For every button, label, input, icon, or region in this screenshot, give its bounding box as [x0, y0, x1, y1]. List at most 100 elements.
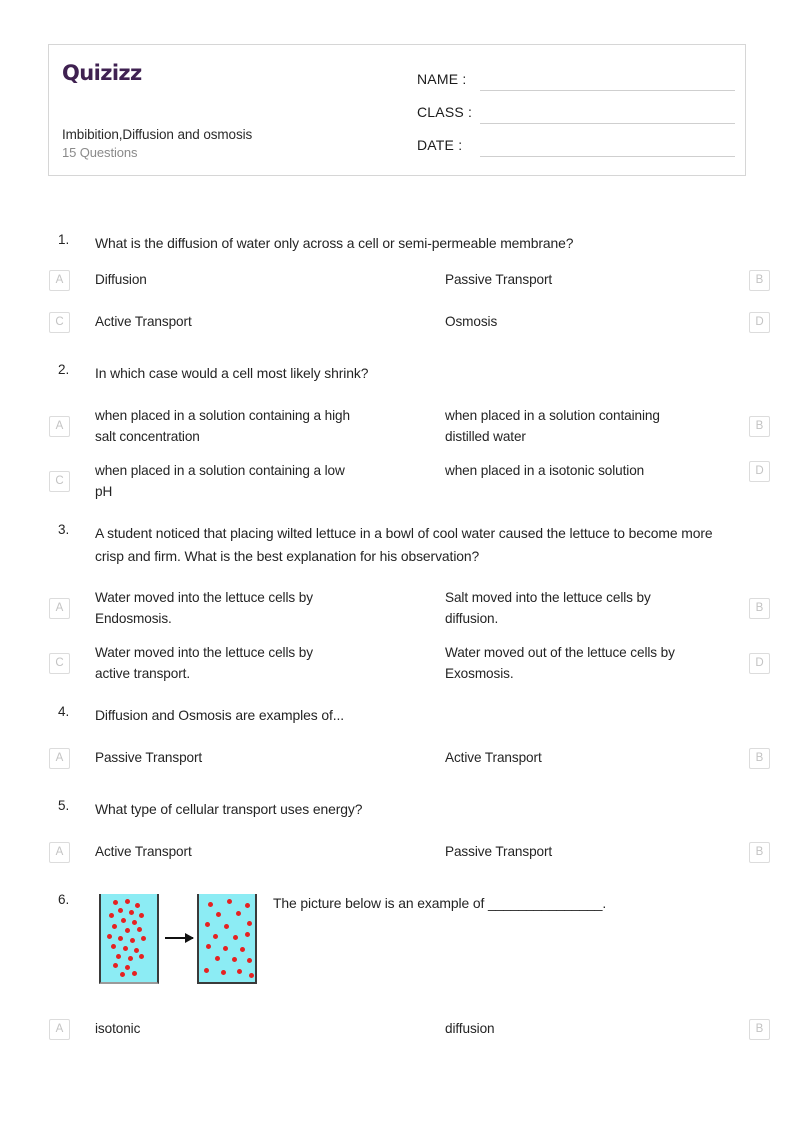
worksheet-page: Quizizz Imbibition,Diffusion and osmosis… [0, 0, 794, 1123]
class-field-input[interactable] [480, 123, 735, 124]
date-field-label: DATE : [417, 137, 463, 153]
option-text: diffusion [445, 1021, 495, 1036]
option-text: when placed in a isotonic solution [445, 463, 645, 478]
worksheet-header: Quizizz Imbibition,Diffusion and osmosis… [48, 44, 746, 176]
option-letter-box: B [749, 748, 770, 769]
option-letter-box: B [749, 842, 770, 863]
arrow-right-icon [165, 933, 194, 943]
question-header: 4. Diffusion and Osmosis are examples of… [0, 704, 794, 730]
option-text: when placed in a solution containing a l… [95, 463, 345, 499]
option-a[interactable]: A isotonic [0, 1017, 350, 1051]
option-text: when placed in a solution containing a h… [95, 408, 350, 444]
option-d[interactable]: D Osmosis [350, 310, 770, 344]
class-field-label: CLASS : [417, 104, 473, 120]
option-text: Active Transport [95, 314, 192, 329]
option-letter-box: D [749, 312, 770, 333]
option-text: Passive Transport [95, 750, 203, 765]
option-letter-box: A [49, 270, 70, 291]
option-letter-box: A [49, 416, 70, 437]
option-letter-box: D [749, 461, 770, 482]
options-group: A when placed in a solution containing a… [0, 404, 794, 502]
date-field-input[interactable] [480, 156, 735, 157]
option-letter-box: D [749, 653, 770, 674]
question-text: The picture below is an example of _____… [273, 895, 607, 911]
date-field-row: DATE : [417, 137, 737, 163]
question-item: 4. Diffusion and Osmosis are examples of… [0, 704, 794, 780]
option-text: Diffusion [95, 272, 147, 287]
option-letter-box: C [49, 312, 70, 333]
question-header: 3. A student noticed that placing wilted… [0, 522, 794, 568]
option-text: Passive Transport [445, 844, 553, 859]
option-b[interactable]: B Passive Transport [350, 840, 770, 874]
option-text: Water moved into the lettuce cells by En… [95, 590, 313, 626]
option-a[interactable]: A Water moved into the lettuce cells by … [0, 586, 350, 629]
question-header: 6. The picture below is an example of __… [0, 892, 794, 987]
name-field-row: NAME : [417, 71, 737, 97]
option-b[interactable]: B when placed in a solution containing d… [350, 404, 770, 447]
option-row: C Active Transport D Osmosis [0, 310, 794, 344]
question-number: 3. [58, 522, 70, 537]
question-count: 15 Questions [62, 145, 138, 160]
question-text: In which case would a cell most likely s… [95, 365, 369, 381]
question-text: Diffusion and Osmosis are examples of... [95, 707, 344, 723]
class-field-row: CLASS : [417, 104, 737, 130]
option-text: Salt moved into the lettuce cells by dif… [445, 590, 651, 626]
header-left-section: Quizizz Imbibition,Diffusion and osmosis… [62, 45, 417, 175]
option-d[interactable]: D when placed in a isotonic solution [350, 459, 770, 502]
option-row: A Water moved into the lettuce cells by … [0, 586, 794, 629]
option-a[interactable]: A Passive Transport [0, 746, 350, 780]
question-number: 5. [58, 798, 70, 813]
name-field-label: NAME : [417, 71, 467, 87]
option-letter-box: B [749, 416, 770, 437]
question-item: 5. What type of cellular transport uses … [0, 798, 794, 874]
option-a[interactable]: A Active Transport [0, 840, 350, 874]
beaker-concentrated-icon [99, 894, 159, 984]
option-letter-box: A [49, 598, 70, 619]
quizizz-logo: Quizizz [62, 61, 142, 85]
option-d[interactable]: D Water moved out of the lettuce cells b… [350, 641, 770, 684]
question-number: 2. [58, 362, 70, 377]
question-item: 2. In which case would a cell most likel… [0, 362, 794, 502]
option-letter-box: A [49, 1019, 70, 1040]
option-text: Water moved into the lettuce cells by ac… [95, 645, 313, 681]
question-number: 4. [58, 704, 70, 719]
option-text: Passive Transport [445, 272, 553, 287]
option-letter-box: C [49, 653, 70, 674]
option-text: Active Transport [95, 844, 192, 859]
question-item: 1. What is the diffusion of water only a… [0, 232, 794, 344]
name-field-input[interactable] [480, 90, 735, 91]
question-header: 5. What type of cellular transport uses … [0, 798, 794, 824]
option-letter-box: A [49, 842, 70, 863]
option-a[interactable]: A when placed in a solution containing a… [0, 404, 350, 447]
question-text: What type of cellular transport uses ene… [95, 801, 363, 817]
option-c[interactable]: C Water moved into the lettuce cells by … [0, 641, 350, 684]
options-group: A isotonic B diffusion [0, 1017, 794, 1051]
beaker-dispersed-icon [197, 894, 257, 984]
question-text: What is the diffusion of water only acro… [95, 235, 574, 251]
option-b[interactable]: B Active Transport [350, 746, 770, 780]
option-text: isotonic [95, 1021, 141, 1036]
questions-list: 1. What is the diffusion of water only a… [0, 232, 794, 1051]
option-b[interactable]: B Salt moved into the lettuce cells by d… [350, 586, 770, 629]
option-letter-box: A [49, 748, 70, 769]
option-row: C Water moved into the lettuce cells by … [0, 641, 794, 684]
question-header: 1. What is the diffusion of water only a… [0, 232, 794, 258]
option-text: Osmosis [445, 314, 498, 329]
header-fields-section: NAME : CLASS : DATE : [417, 45, 747, 175]
options-group: A Water moved into the lettuce cells by … [0, 586, 794, 684]
option-row: A Active Transport B Passive Transport [0, 840, 794, 874]
option-letter-box: B [749, 1019, 770, 1040]
option-row: A Passive Transport B Active Transport [0, 746, 794, 780]
option-letter-box: B [749, 598, 770, 619]
option-b[interactable]: B diffusion [350, 1017, 770, 1051]
option-a[interactable]: A Diffusion [0, 268, 350, 302]
option-c[interactable]: C Active Transport [0, 310, 350, 344]
option-c[interactable]: C when placed in a solution containing a… [0, 459, 350, 502]
option-row: A isotonic B diffusion [0, 1017, 794, 1051]
page-title: Imbibition,Diffusion and osmosis [62, 127, 253, 142]
options-group: A Passive Transport B Active Transport [0, 746, 794, 780]
options-group: A Diffusion B Passive Transport C Active… [0, 268, 794, 344]
option-b[interactable]: B Passive Transport [350, 268, 770, 302]
question-item: 6. The picture below is an example of __… [0, 892, 794, 1051]
question-item: 3. A student noticed that placing wilted… [0, 522, 794, 684]
